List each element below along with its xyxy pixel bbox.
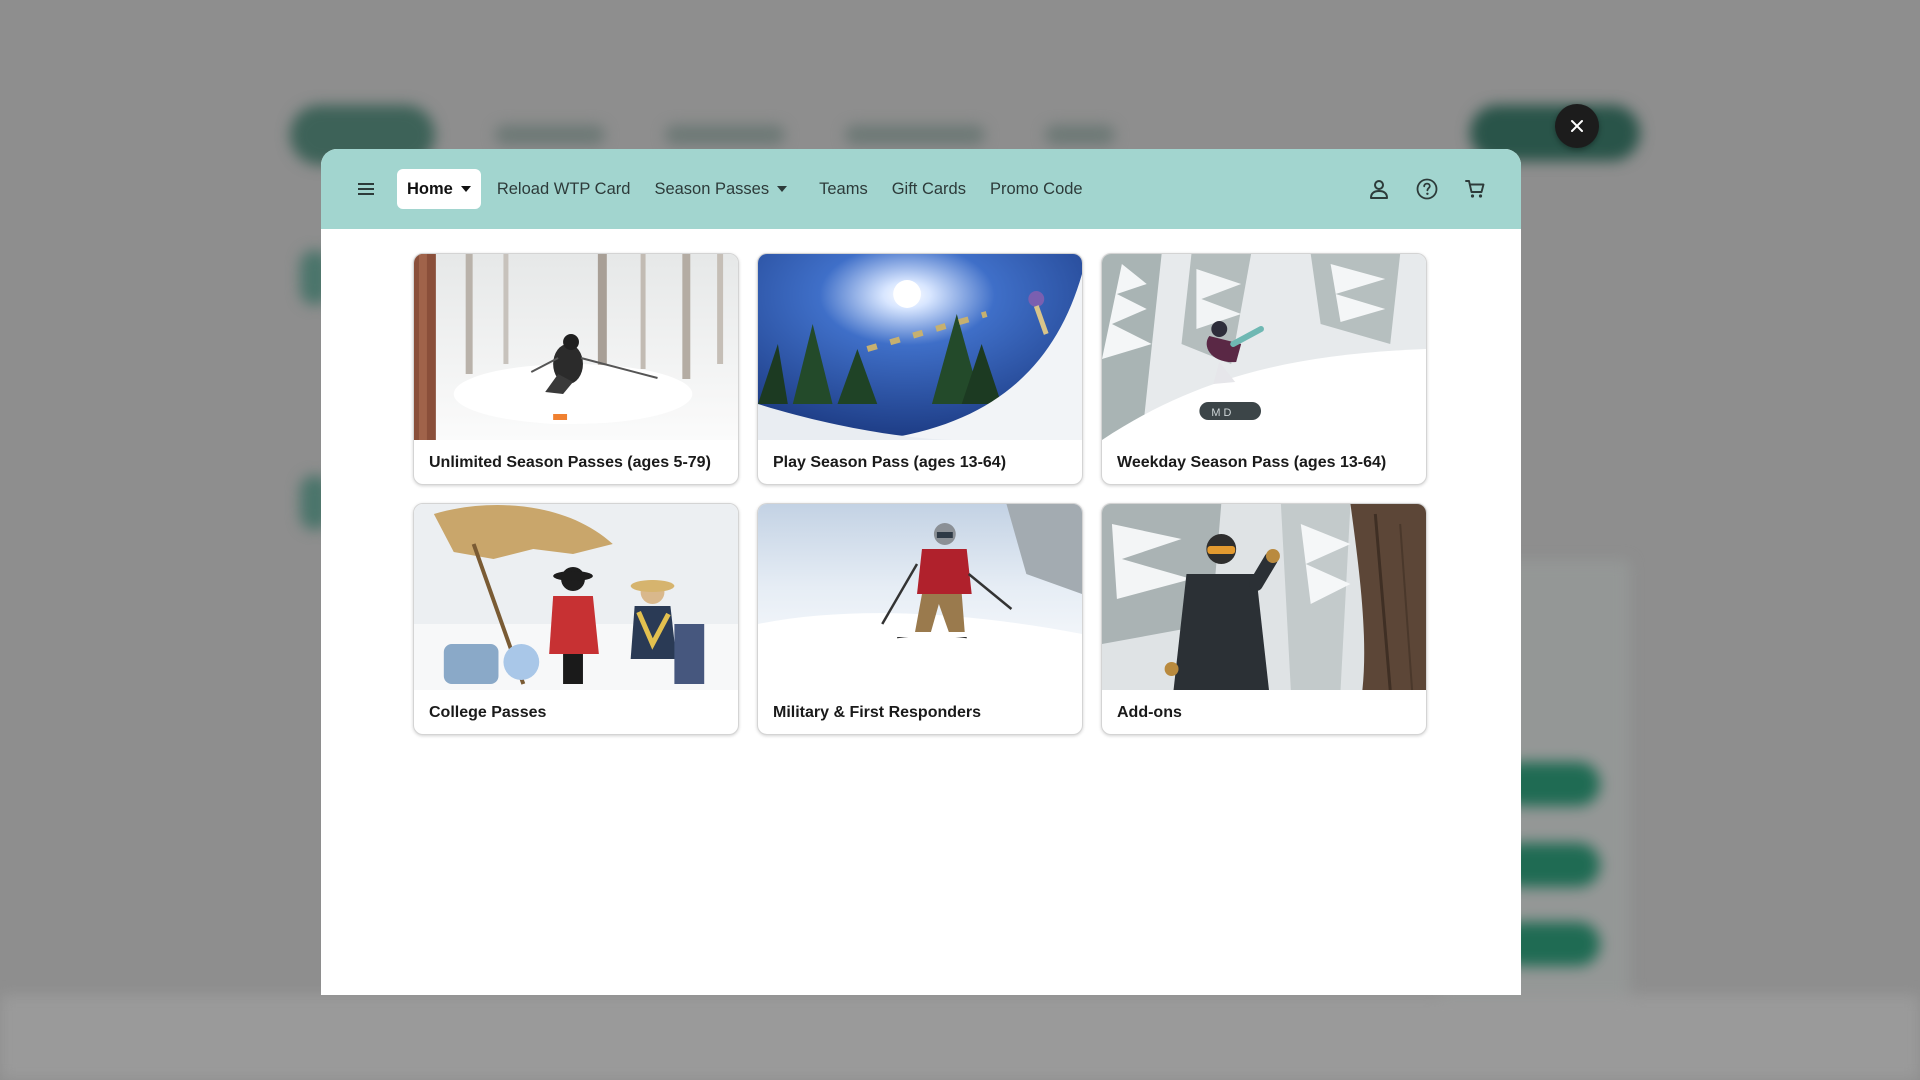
account-button[interactable]	[1363, 173, 1395, 205]
close-icon	[1571, 120, 1583, 132]
caret-down-icon	[777, 186, 788, 192]
background-nav-blob	[495, 125, 605, 145]
nav-item-label: Promo Code	[989, 179, 1083, 198]
card-title: Weekday Season Pass (ages 13-64)	[1117, 454, 1387, 471]
card-image-skier-red	[758, 504, 1082, 690]
nav-item-home[interactable]: Home	[397, 169, 481, 209]
nav-item-label: Gift Cards	[891, 179, 966, 198]
card-title: Add-ons	[1117, 704, 1182, 721]
card-title: Unlimited Season Passes (ages 5-79)	[429, 454, 711, 471]
help-button[interactable]	[1411, 173, 1443, 205]
svg-text:M D: M D	[1211, 407, 1231, 419]
card-image-snowboarder: M D	[1102, 254, 1426, 440]
background-nav-blob	[665, 125, 785, 145]
nav-item-label: Home	[407, 179, 453, 198]
pass-card-college[interactable]: College Passes	[413, 503, 739, 735]
card-image-friends-umbrella	[414, 504, 738, 690]
background-nav-blob	[1045, 125, 1115, 145]
help-circle-icon	[1416, 178, 1438, 200]
nav-links: Home Reload WTP Card Season Passes Teams…	[397, 169, 1099, 209]
nav-item-season-passes[interactable]: Season Passes	[646, 169, 795, 209]
nav-item-label: Season Passes	[654, 179, 770, 198]
menu-modal: Home Reload WTP Card Season Passes Teams…	[321, 149, 1521, 995]
nav-item-label: Reload WTP Card	[496, 179, 631, 198]
nav-utility-icons	[1363, 173, 1491, 205]
card-image-terrain-park	[758, 254, 1082, 440]
pass-card-military[interactable]: Military & First Responders	[757, 503, 1083, 735]
nav-item-teams[interactable]: Teams	[811, 169, 876, 209]
caret-down-icon	[460, 186, 471, 192]
card-title: Military & First Responders	[773, 704, 982, 721]
background-bottom-bar	[0, 995, 1920, 1080]
nav-item-label: Teams	[819, 179, 868, 198]
pass-card-unlimited[interactable]: Unlimited Season Passes (ages 5-79)	[413, 253, 739, 485]
pass-card-play[interactable]: Play Season Pass (ages 13-64)	[757, 253, 1083, 485]
close-button[interactable]	[1555, 104, 1599, 148]
hamburger-menu-icon	[358, 183, 374, 195]
nav-item-gift-cards[interactable]: Gift Cards	[884, 169, 974, 209]
pass-card-addons[interactable]: Add-ons	[1101, 503, 1427, 735]
card-image-skier-powder	[414, 254, 738, 440]
background-nav-blob	[845, 125, 985, 145]
pass-card-grid: Unlimited Season Passes (ages 5-79) Play…	[413, 253, 1427, 735]
pass-card-weekday[interactable]: M D Weekday Season Pass (ages 13-64)	[1101, 253, 1427, 485]
nav-item-reload-wtp-card[interactable]: Reload WTP Card	[489, 169, 639, 209]
nav-item-promo-code[interactable]: Promo Code	[982, 169, 1091, 209]
user-icon	[1370, 180, 1388, 199]
shopping-cart-icon	[1465, 180, 1485, 198]
card-image-person-tree	[1102, 504, 1426, 690]
card-title: Play Season Pass (ages 13-64)	[773, 454, 1007, 471]
cart-button[interactable]	[1459, 173, 1491, 205]
modal-nav-bar: Home Reload WTP Card Season Passes Teams…	[321, 149, 1521, 229]
menu-button[interactable]	[351, 173, 383, 205]
card-title: College Passes	[429, 704, 547, 721]
